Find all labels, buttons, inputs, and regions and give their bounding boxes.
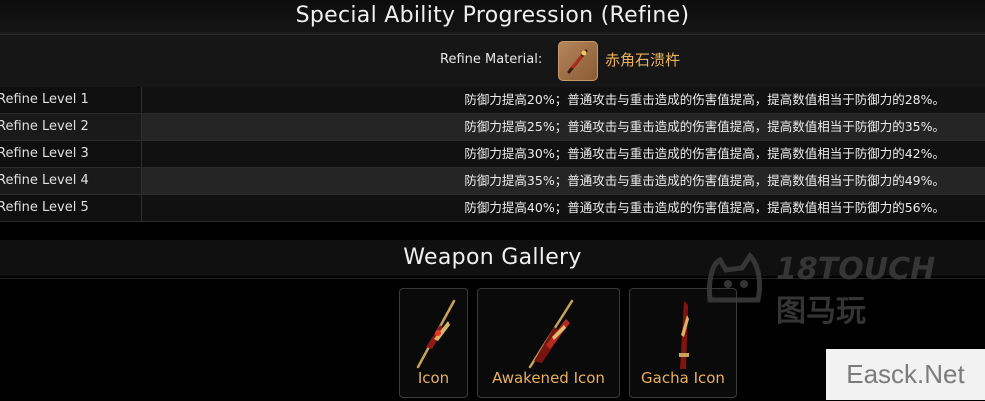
gallery-caption: Awakened Icon [492,369,605,387]
refine-level-label: Refine Level 2 [0,114,142,140]
site-badge: Easck.Net [826,349,985,400]
refine-level-label: Refine Level 1 [0,87,142,113]
refine-level-description: 防御力提高25%；普通攻击与重击造成的伤害值提高，提高数值相当于防御力的35%。 [464,119,945,134]
watermark-text: 18TOUCH [776,252,936,287]
gallery-title-text: Weapon Gallery [403,245,582,270]
gallery-card-icon[interactable]: Icon [399,288,468,398]
refine-level-label: Refine Level 4 [0,168,142,194]
refine-material-row: Refine Material: 赤角石溃杵 [0,34,985,88]
material-icon[interactable] [558,41,598,81]
refine-section-title: Special Ability Progression (Refine) [0,0,985,34]
weapon-awakened-icon [528,299,573,369]
table-row: Refine Level 4 防御力提高35%；普通攻击与重击造成的伤害值提高，… [0,168,985,195]
refine-level-description: 防御力提高35%；普通攻击与重击造成的伤害值提高，提高数值相当于防御力的49%。 [464,173,945,188]
refine-level-description: 防御力提高40%；普通攻击与重击造成的伤害值提高，提高数值相当于防御力的56%。 [464,200,945,215]
table-row: Refine Level 5 防御力提高40%；普通攻击与重击造成的伤害值提高，… [0,195,985,222]
weapon-icon [416,299,455,369]
material-name-link[interactable]: 赤角石溃杵 [605,49,680,70]
watermark-logo: 18TOUCH 图马玩 [702,246,952,336]
refine-table: Refine Level 1 防御力提高20%；普通攻击与重击造成的伤害值提高，… [0,87,985,222]
watermark-text-cn: 图马玩 [776,294,866,329]
gallery-caption: Gacha Icon [641,369,725,387]
table-row: Refine Level 3 防御力提高30%；普通攻击与重击造成的伤害值提高，… [0,141,985,168]
refine-material-label: Refine Material: [440,52,543,67]
refine-level-label: Refine Level 3 [0,141,142,167]
gallery-caption: Icon [417,369,450,387]
table-row: Refine Level 1 防御力提高20%；普通攻击与重击造成的伤害值提高，… [0,87,985,114]
refine-level-description: 防御力提高30%；普通攻击与重击造成的伤害值提高，提高数值相当于防御力的42%。 [464,146,945,161]
cat-logo-icon [707,252,763,303]
refine-level-description: 防御力提高20%；普通攻击与重击造成的伤害值提高，提高数值相当于防御力的28%。 [464,92,945,107]
refine-level-label: Refine Level 5 [0,195,142,221]
refine-title-text: Special Ability Progression (Refine) [295,3,690,28]
table-row: Refine Level 2 防御力提高25%；普通攻击与重击造成的伤害值提高，… [0,114,985,141]
gallery-card-awakened[interactable]: Awakened Icon [477,288,620,398]
